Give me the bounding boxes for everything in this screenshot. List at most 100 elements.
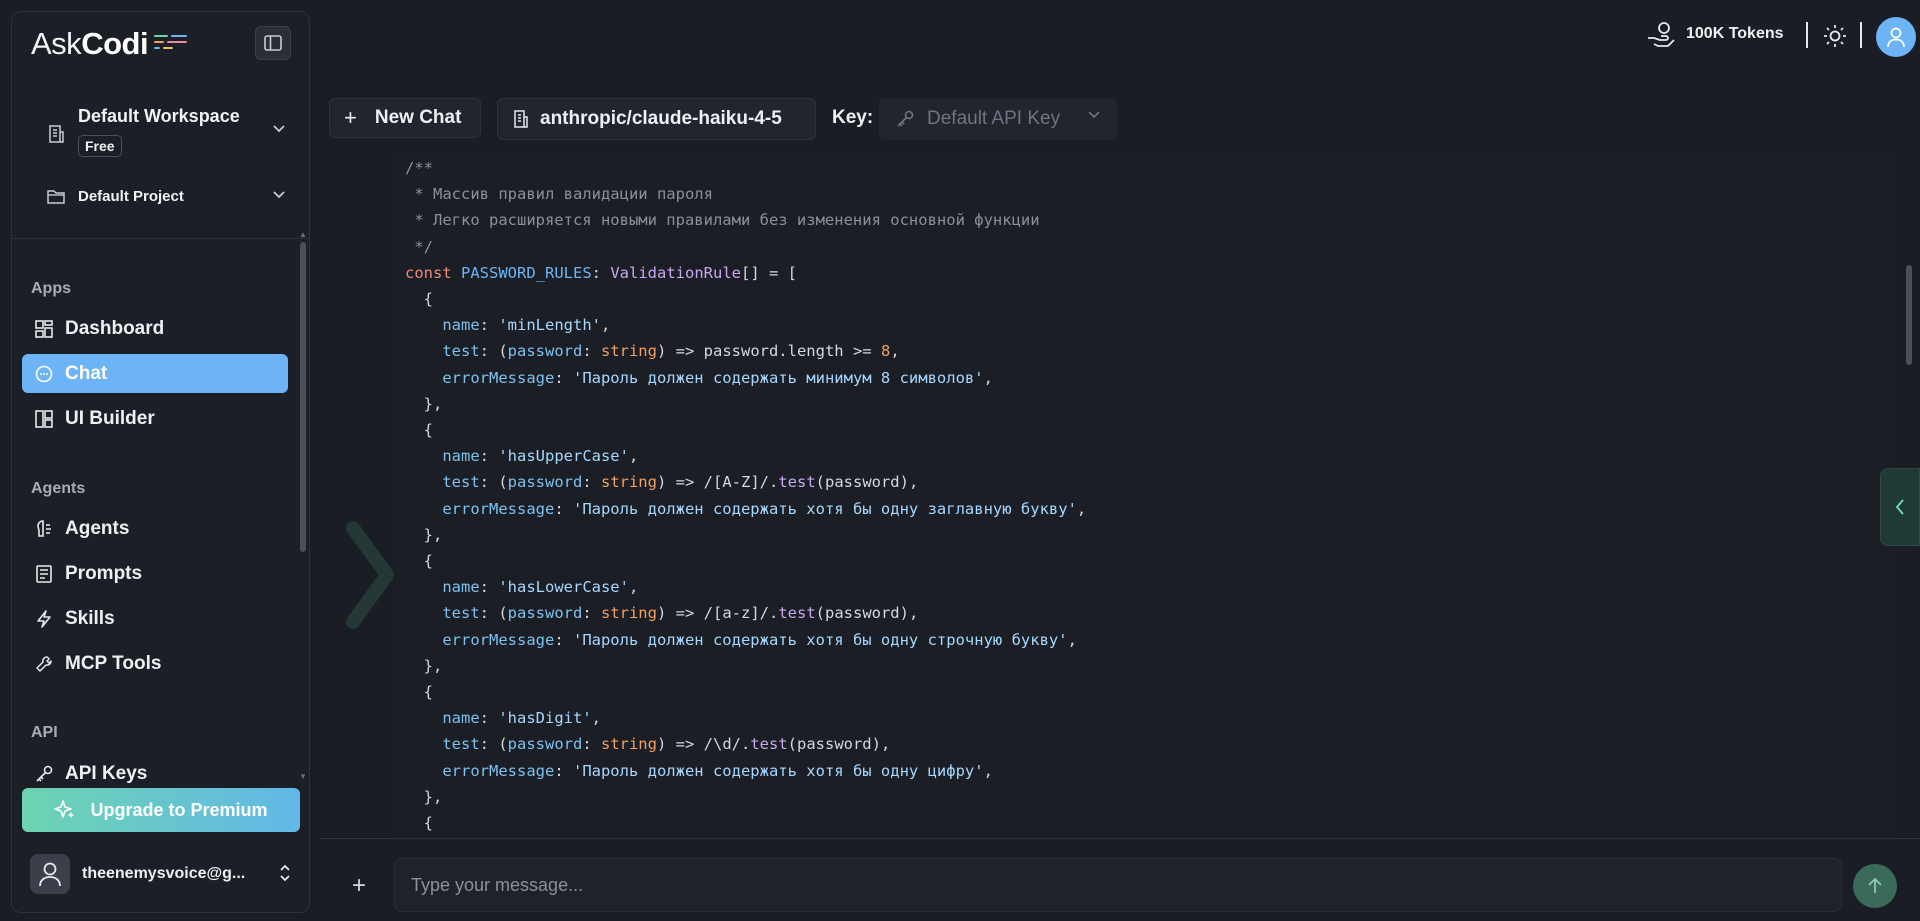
code-expression: password.length >= xyxy=(703,342,881,361)
askcodi-logo[interactable]: Ask Codi xyxy=(31,26,188,62)
sidebar-item-mcp-tools[interactable]: MCP Tools xyxy=(22,644,288,683)
code-regex: /\d/ xyxy=(703,735,741,754)
section-apps: Apps xyxy=(31,280,71,297)
code-content: /** * Массив правил валидации пароля * Л… xyxy=(405,159,1087,833)
scroll-down-arrow[interactable]: ▼ xyxy=(299,772,307,781)
model-selector[interactable]: anthropic/claude-haiku-4-5 xyxy=(497,98,816,140)
chevron-down-icon xyxy=(273,125,285,133)
sidebar: Ask Codi Default Workspace Free Default P… xyxy=(11,11,310,913)
model-name: anthropic/claude-haiku-4-5 xyxy=(540,108,782,129)
api-key-select[interactable]: Default API Key xyxy=(879,98,1117,140)
workspace-selector[interactable]: Default Workspace Free xyxy=(36,94,296,164)
code-number: 8 xyxy=(880,342,891,361)
code-string: 'hasUpperCase' xyxy=(498,447,629,466)
upgrade-label: Upgrade to Premium xyxy=(90,799,268,820)
sidebar-item-prompts[interactable]: Prompts xyxy=(22,554,288,593)
document-icon xyxy=(33,563,55,585)
sidebar-item-label: UI Builder xyxy=(65,407,155,429)
sidebar-item-dashboard[interactable]: Dashboard xyxy=(22,309,288,348)
workspace-name: Default Workspace xyxy=(78,106,240,126)
wrench-icon xyxy=(33,653,55,675)
code-keyword: const xyxy=(405,263,452,282)
message-input[interactable] xyxy=(394,858,1842,912)
sidebar-item-chat[interactable]: Chat xyxy=(22,354,288,393)
code-string: 'Пароль должен содержать хотя бы одну ст… xyxy=(572,630,1068,649)
chevron-down-icon xyxy=(1088,111,1100,119)
tokens-label: 100K Tokens xyxy=(1686,25,1784,42)
tokens-hand-icon xyxy=(1648,22,1675,47)
building-icon xyxy=(514,110,528,128)
sidebar-panel-icon xyxy=(264,35,282,51)
sidebar-item-agents[interactable]: Agents xyxy=(22,509,288,548)
key-placeholder: Default API Key xyxy=(927,108,1061,129)
code-regex: /[A-Z]/ xyxy=(703,473,769,492)
tokens-indicator[interactable]: 100K Tokens xyxy=(1646,20,1784,48)
main-scrollbar[interactable] xyxy=(1906,265,1912,365)
sidebar-item-label: Prompts xyxy=(65,562,143,584)
sparkle-icon xyxy=(54,800,75,818)
chat-icon xyxy=(33,363,55,385)
folder-icon xyxy=(47,190,65,204)
code-constant: PASSWORD_RULES xyxy=(461,263,592,282)
logo-ask-text: Ask xyxy=(31,26,82,61)
user-menu[interactable]: theenemysvoice@g... xyxy=(30,850,298,898)
code-comment: * Массив правил валидации пароля xyxy=(405,185,713,204)
project-name: Default Project xyxy=(78,188,184,205)
sidebar-divider xyxy=(12,238,309,239)
new-chat-label: New Chat xyxy=(374,107,462,128)
chevron-up-down-icon xyxy=(280,864,290,882)
code-comment: * Легко расширяется новыми правилами без… xyxy=(405,211,1040,230)
sidebar-toggle-button[interactable] xyxy=(255,26,291,60)
chevron-left-icon xyxy=(1895,499,1904,515)
brain-icon xyxy=(33,518,55,540)
layout-icon xyxy=(33,408,55,430)
sidebar-item-label: Chat xyxy=(65,362,108,384)
dashboard-icon xyxy=(33,318,55,340)
ghost-chevron-right-icon xyxy=(346,521,394,629)
profile-button[interactable] xyxy=(1876,17,1916,57)
plus-icon: + xyxy=(344,105,357,130)
building-icon xyxy=(49,125,64,143)
code-string: 'minLength' xyxy=(498,316,601,335)
composer-divider xyxy=(320,838,1920,839)
sidebar-item-label: API Keys xyxy=(65,762,148,784)
sidebar-item-label: Skills xyxy=(65,607,115,629)
section-agents: Agents xyxy=(31,480,86,497)
logo-lines-icon xyxy=(154,35,188,49)
lightning-icon xyxy=(33,608,55,630)
sidebar-item-ui-builder[interactable]: UI Builder xyxy=(22,399,288,438)
topbar-separator xyxy=(1806,22,1808,48)
topbar-separator xyxy=(1860,22,1862,48)
side-panel-toggle[interactable] xyxy=(1880,468,1920,546)
code-regex: /[a-z]/ xyxy=(703,604,769,623)
attach-plus-icon[interactable]: + xyxy=(352,872,366,900)
code-block: /** * Массив правил валидации пароля * Л… xyxy=(395,155,1895,835)
key-icon xyxy=(33,763,55,785)
new-chat-button[interactable]: + New Chat xyxy=(329,98,481,138)
scroll-up-arrow[interactable]: ▲ xyxy=(299,230,307,239)
chevron-down-icon xyxy=(273,191,285,199)
code-string: 'Пароль должен содержать хотя бы одну ци… xyxy=(572,761,984,780)
upgrade-premium-button[interactable]: Upgrade to Premium xyxy=(22,788,300,832)
send-button[interactable] xyxy=(1853,864,1897,908)
code-string: 'Пароль должен содержать хотя бы одну за… xyxy=(572,499,1077,518)
user-icon xyxy=(1887,27,1905,48)
code-comment: /** xyxy=(405,159,433,177)
arrow-up-icon xyxy=(1868,877,1882,893)
theme-toggle-sun-icon[interactable] xyxy=(1823,24,1847,48)
key-label: Key: xyxy=(832,107,874,128)
sidebar-item-label: Agents xyxy=(65,517,130,539)
code-string: 'hasLowerCase' xyxy=(498,578,629,597)
code-string: 'hasDigit' xyxy=(498,709,592,728)
project-selector[interactable]: Default Project xyxy=(36,180,296,216)
sidebar-scrollbar[interactable] xyxy=(300,242,306,552)
user-email: theenemysvoice@g... xyxy=(82,865,246,882)
code-comment: */ xyxy=(405,237,433,256)
plan-badge: Free xyxy=(78,135,122,157)
user-icon xyxy=(39,862,61,887)
avatar xyxy=(30,854,70,894)
logo-codi-text: Codi xyxy=(81,26,149,61)
sidebar-item-label: Dashboard xyxy=(65,317,165,339)
sidebar-item-skills[interactable]: Skills xyxy=(22,599,288,638)
sidebar-item-label: MCP Tools xyxy=(65,652,162,674)
